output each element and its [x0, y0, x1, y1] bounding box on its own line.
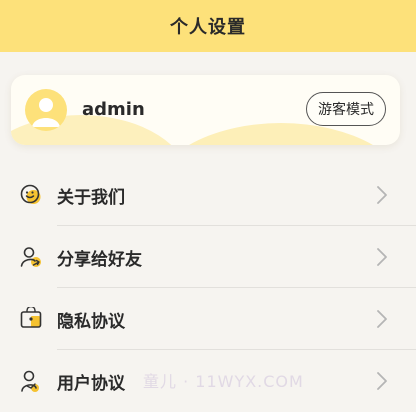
- user-avatar-icon[interactable]: [25, 89, 67, 131]
- menu-item-label: 关于我们: [57, 188, 125, 208]
- guest-mode-button[interactable]: 游客模式: [306, 92, 386, 126]
- profile-card: admin 游客模式: [11, 75, 400, 145]
- card-decoration: [151, 123, 400, 145]
- chevron-right-icon: [376, 247, 388, 267]
- menu-item-share[interactable]: 分享给好友: [0, 226, 416, 288]
- username: admin: [82, 99, 145, 120]
- page-title: 个人设置: [170, 17, 246, 38]
- share-friend-icon: [19, 245, 43, 269]
- chevron-right-icon: [376, 371, 388, 391]
- chevron-right-icon: [376, 185, 388, 205]
- menu-item-label: 用户协议: [57, 374, 125, 394]
- menu-item-label: 隐私协议: [57, 312, 125, 332]
- menu-item-label: 分享给好友: [57, 250, 142, 270]
- watermark: 童儿 · 11WYX.COM: [143, 372, 304, 391]
- menu-item-privacy[interactable]: 隐私协议: [0, 288, 416, 350]
- privacy-lock-icon: [19, 305, 43, 331]
- top-bar: 个人设置: [0, 0, 416, 52]
- user-agreement-icon: [19, 369, 43, 393]
- chevron-right-icon: [376, 309, 388, 329]
- smiley-chat-icon: [19, 183, 43, 207]
- menu-item-about[interactable]: 关于我们: [0, 164, 416, 226]
